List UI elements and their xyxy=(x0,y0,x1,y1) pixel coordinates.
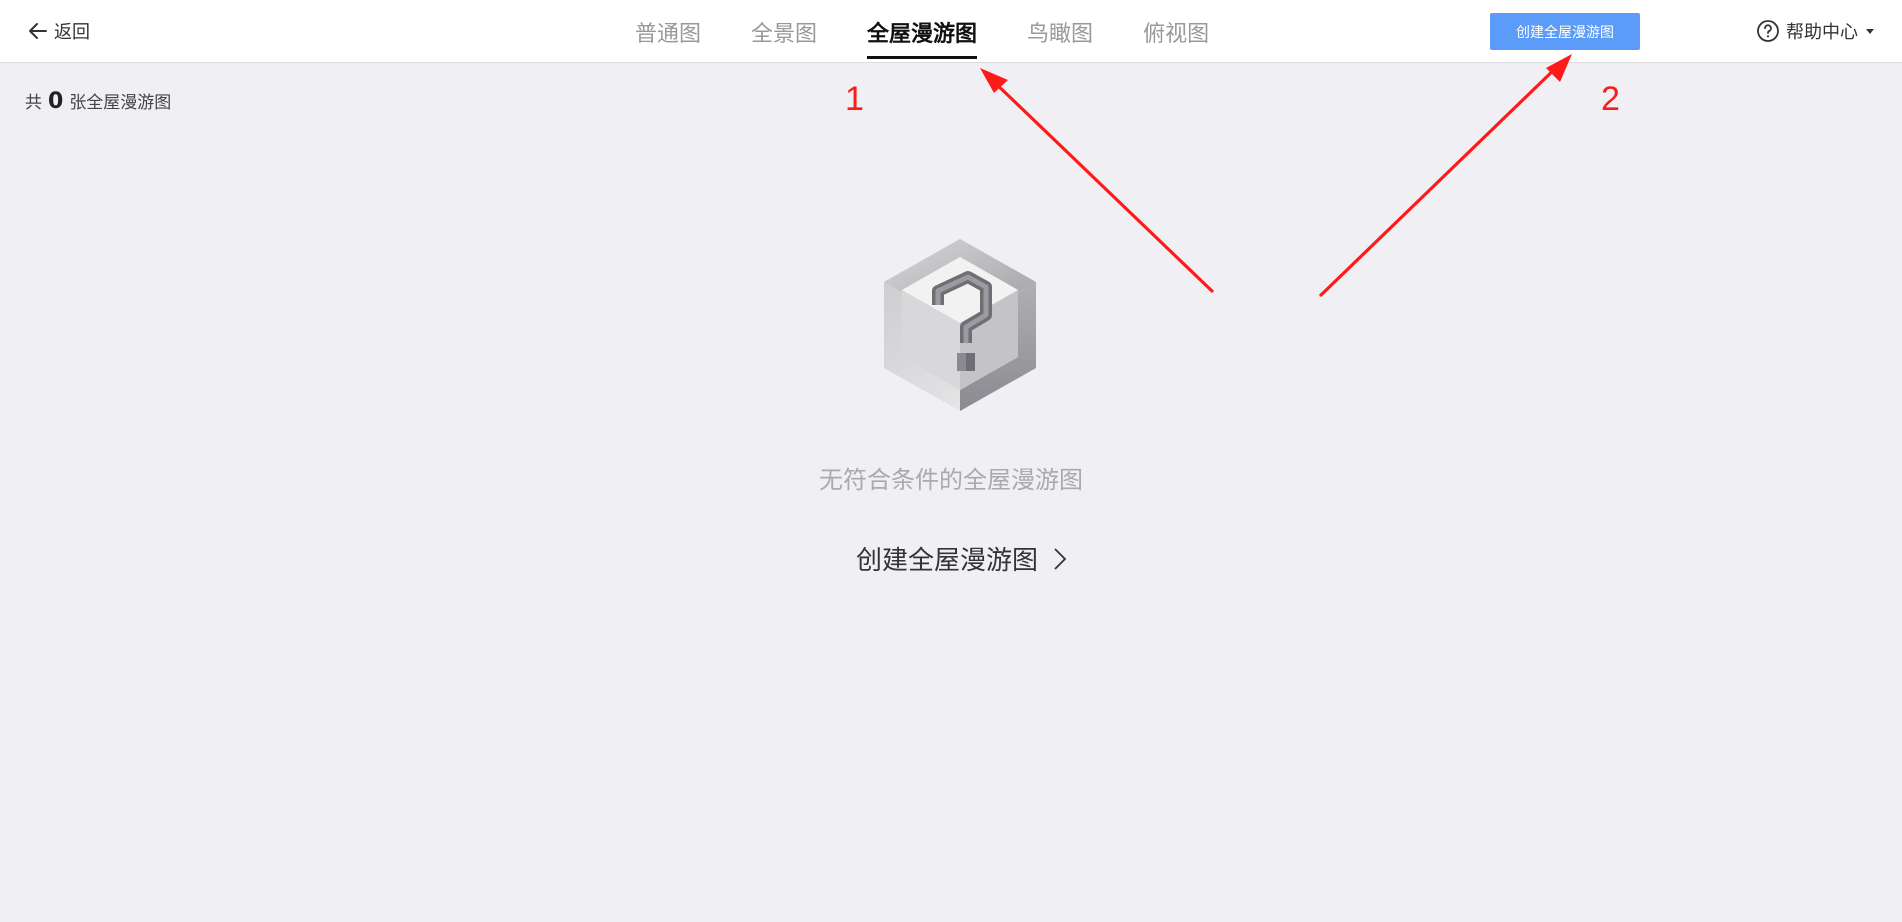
app-root: 返回 普通图 全景图 全屋漫游图 鸟瞰图 俯视图 创建全屋漫游图 帮助中心 共 … xyxy=(0,0,1902,922)
help-center-menu[interactable]: 帮助中心 xyxy=(1756,17,1874,45)
tab-normal[interactable]: 普通图 xyxy=(635,0,701,63)
view-type-tabs: 普通图 全景图 全屋漫游图 鸟瞰图 俯视图 xyxy=(635,0,1234,63)
count-number: 0 xyxy=(48,89,64,114)
chevron-right-icon xyxy=(1054,547,1067,570)
empty-cube-question-icon xyxy=(884,239,1036,411)
tab-whole-house-tour[interactable]: 全屋漫游图 xyxy=(867,0,978,63)
annotation-number-2: 2 xyxy=(1601,80,1620,118)
create-tour-link-label: 创建全屋漫游图 xyxy=(856,546,1039,576)
count-prefix: 共 xyxy=(25,93,42,113)
tab-label: 普通图 xyxy=(635,21,702,47)
tab-label: 俯视图 xyxy=(1143,21,1210,47)
create-tour-button[interactable]: 创建全屋漫游图 xyxy=(1490,13,1640,50)
tab-label: 全屋漫游图 xyxy=(867,21,978,47)
empty-message: 无符合条件的全屋漫游图 xyxy=(819,466,1083,494)
annotation-number-1: 1 xyxy=(845,80,864,118)
back-label: 返回 xyxy=(54,22,90,43)
result-count: 共 0 张全屋漫游图 xyxy=(25,88,171,114)
count-suffix: 张全屋漫游图 xyxy=(69,93,172,113)
back-button[interactable]: 返回 xyxy=(26,17,90,45)
tab-label: 鸟瞰图 xyxy=(1027,21,1094,47)
tab-label: 全景图 xyxy=(751,21,818,47)
tab-aerial[interactable]: 鸟瞰图 xyxy=(1027,0,1093,63)
question-circle-icon xyxy=(1757,20,1779,42)
top-header: 返回 普通图 全景图 全屋漫游图 鸟瞰图 俯视图 创建全屋漫游图 帮助中心 xyxy=(0,0,1902,63)
caret-down-icon xyxy=(1866,28,1874,34)
tab-panorama[interactable]: 全景图 xyxy=(751,0,817,63)
help-label: 帮助中心 xyxy=(1786,22,1858,43)
arrow-left-icon xyxy=(29,23,47,39)
arrow-2 xyxy=(1318,54,1572,298)
create-tour-link[interactable]: 创建全屋漫游图 xyxy=(856,540,1070,577)
tab-top-view[interactable]: 俯视图 xyxy=(1143,0,1209,63)
